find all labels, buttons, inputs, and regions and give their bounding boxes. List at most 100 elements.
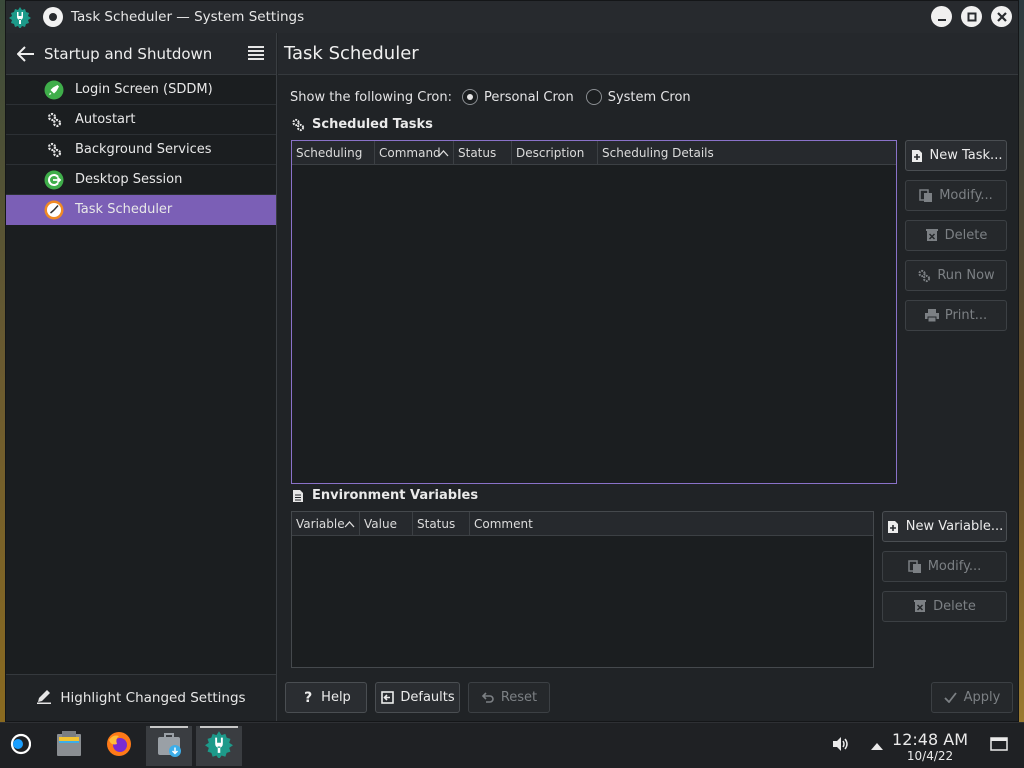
sidebar-item-autostart[interactable]: Autostart [6,105,276,135]
scheduled-tasks-title: Scheduled Tasks [312,117,433,132]
sort-ascending-icon [438,141,449,167]
system-cron-radio[interactable] [585,89,602,105]
sidebar-item-task-scheduler[interactable]: Task Scheduler [6,195,276,225]
highlight-changed-settings-label: Highlight Changed Settings [60,690,246,706]
sidebar-item-background-services[interactable]: Background Services [6,135,276,165]
maximize-button[interactable] [961,6,982,27]
edit-document-icon [919,188,933,203]
modify-task-button[interactable]: Modify... [905,180,1007,211]
help-button[interactable]: ? Help [285,682,367,713]
table-header: Variable Value Status Comment [292,512,873,536]
reset-button[interactable]: Reset [468,682,550,713]
modify-variable-button[interactable]: Modify... [882,551,1007,582]
chevron-up-icon [871,739,883,754]
taskbar-file-manager[interactable] [46,726,92,766]
clock-date: 10/4/22 [906,749,954,763]
environment-variables-table[interactable]: Variable Value Status Comment [291,511,874,668]
digital-clock[interactable]: 12:48 AM 10/4/22 [892,730,968,764]
close-button[interactable] [991,6,1012,27]
hamburger-menu-icon[interactable] [248,46,264,60]
minimize-button[interactable] [931,6,952,27]
firefox-icon [105,730,133,762]
title-bar[interactable]: Task Scheduler — System Settings [6,1,1018,33]
personal-cron-radio[interactable] [461,89,478,105]
app-launcher-button[interactable] [0,726,40,766]
column-header-variable[interactable]: Variable [292,512,360,536]
help-label: Help [321,690,351,705]
show-desktop-button[interactable] [984,726,1014,766]
column-header-status[interactable]: Status [454,141,512,165]
delete-icon [925,229,939,243]
main-panel: Task Scheduler Show the following Cron: … [278,33,1018,721]
modify-variable-label: Modify... [927,559,982,574]
rocket-icon [44,80,64,100]
highlight-changed-settings-button[interactable]: Highlight Changed Settings [6,674,276,721]
gears-icon [291,118,305,132]
system-settings-window: Task Scheduler — System Settings Startup… [5,0,1019,722]
run-now-label: Run Now [937,268,995,283]
minimize-icon [937,18,946,21]
column-header-description[interactable]: Description [512,141,598,165]
defaults-button[interactable]: Defaults [375,682,460,713]
delete-variable-button[interactable]: Delete [882,591,1007,622]
document-icon [291,489,305,503]
sidebar: Startup and Shutdown Login Screen (SDDM)… [6,33,277,721]
clock-time: 12:48 AM [892,730,968,749]
taskbar-firefox[interactable] [96,726,142,766]
session-icon [44,170,64,190]
page-header: Task Scheduler [278,33,1018,75]
column-header-value[interactable]: Value [360,512,413,536]
gears-icon [44,140,64,160]
new-document-icon [910,149,924,163]
system-settings-app-icon[interactable] [9,6,31,28]
environment-variables-title: Environment Variables [312,488,479,503]
pencil-icon [36,688,52,708]
run-now-button[interactable]: Run Now [905,260,1007,291]
system-cron-label[interactable]: System Cron [608,90,691,105]
new-document-icon [886,520,900,534]
sidebar-item-label: Task Scheduler [75,202,173,217]
edit-document-icon [907,559,922,574]
taskbar: 12:48 AM 10/4/22 [0,722,1024,768]
close-icon [996,11,1007,22]
personal-cron-label[interactable]: Personal Cron [484,90,574,105]
column-header-status[interactable]: Status [413,512,470,536]
system-tray-expand-button[interactable] [862,726,892,766]
back-arrow-icon[interactable] [16,44,36,64]
taskbar-discover[interactable] [146,726,192,766]
sidebar-item-label: Background Services [75,142,212,157]
print-button[interactable]: Print... [905,300,1007,331]
window-menu-icon[interactable] [43,7,63,27]
checkmark-icon [944,691,958,705]
printer-icon [924,309,939,323]
cron-selector: Show the following Cron: Personal Cron S… [290,89,691,105]
new-variable-button[interactable]: New Variable... [882,511,1007,542]
taskbar-system-settings[interactable] [196,726,242,766]
defaults-icon [380,691,394,705]
environment-variables-heading: Environment Variables [291,488,478,503]
scheduled-tasks-table[interactable]: Scheduling Command Status Description Sc… [291,140,897,484]
sidebar-header: Startup and Shutdown [6,33,276,75]
sidebar-item-desktop-session[interactable]: Desktop Session [6,165,276,195]
sidebar-item-label: Desktop Session [75,172,183,187]
sidebar-item-login-screen[interactable]: Login Screen (SDDM) [6,75,276,105]
volume-button[interactable] [826,726,856,766]
sidebar-item-label: Autostart [75,112,136,127]
delete-task-button[interactable]: Delete [905,220,1007,251]
apply-button[interactable]: Apply [931,682,1013,713]
column-header-scheduling[interactable]: Scheduling [292,141,375,165]
column-header-comment[interactable]: Comment [470,512,873,536]
reset-label: Reset [500,690,538,705]
column-header-scheduling-details[interactable]: Scheduling Details [598,141,896,165]
new-task-button[interactable]: New Task... [905,140,1007,171]
table-header: Scheduling Command Status Description Sc… [292,141,896,165]
sidebar-item-label: Login Screen (SDDM) [75,82,213,97]
apply-label: Apply [963,690,1001,705]
column-header-command[interactable]: Command [375,141,454,165]
steam-deck-icon [9,733,32,759]
scheduled-tasks-heading: Scheduled Tasks [291,117,433,132]
column-header-label: Variable [296,517,345,531]
sort-ascending-icon [344,512,355,538]
cron-label: Show the following Cron: [290,89,452,105]
discover-store-icon [155,730,183,762]
